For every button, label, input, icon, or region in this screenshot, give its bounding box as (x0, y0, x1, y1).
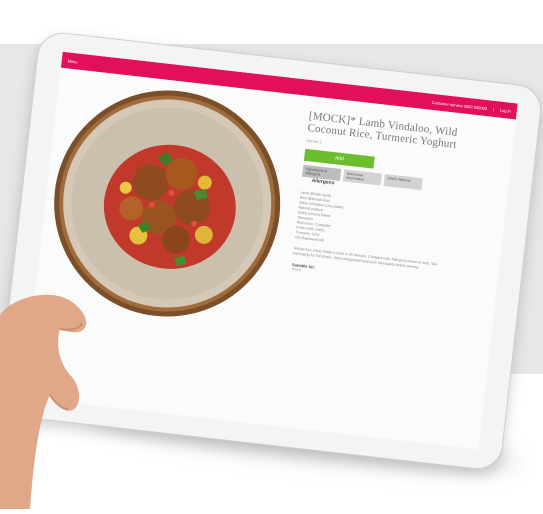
nav-separator: | (492, 106, 495, 112)
hand-icon (0, 294, 87, 509)
hand-image (0, 285, 110, 509)
recipe-details: [MOCK]* Lamb Vindaloo, Wild Coconut Rice… (291, 110, 498, 292)
login-link[interactable]: Log in (500, 107, 511, 113)
menu-link[interactable]: Menu (67, 58, 78, 64)
customer-service-link[interactable]: Customer service 0800 000000 (432, 99, 488, 110)
